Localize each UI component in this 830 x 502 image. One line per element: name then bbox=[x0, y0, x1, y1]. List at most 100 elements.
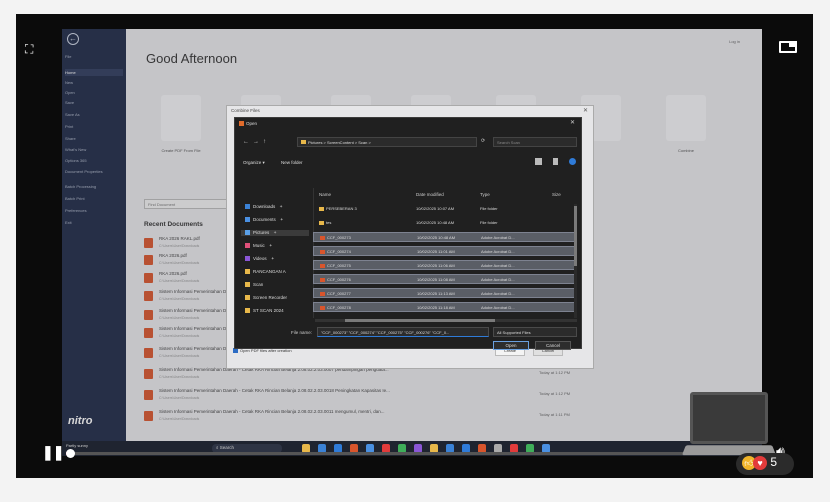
pdf-file-icon bbox=[320, 235, 325, 240]
progress-handle[interactable] bbox=[66, 449, 75, 458]
close-icon[interactable]: ✕ bbox=[583, 107, 588, 114]
new-folder-button[interactable]: New folder bbox=[281, 160, 303, 165]
file-date: 10/02/2025 10:48 AM bbox=[416, 220, 455, 225]
expand-icon[interactable]: ⛶ bbox=[25, 42, 33, 57]
file-date: 10/02/2025 11:01 AM bbox=[417, 249, 455, 254]
picture-in-picture-icon[interactable] bbox=[779, 41, 797, 53]
file-type: Adobe Acrobat D... bbox=[481, 277, 515, 282]
navigation-buttons[interactable]: ←→↑ bbox=[243, 139, 270, 145]
vertical-scrollbar[interactable] bbox=[574, 204, 577, 318]
file-row[interactable]: CCF_000273 10/02/2025 10:48 AM Adobe Acrob… bbox=[313, 232, 577, 242]
open-file-dialog: Open ✕ ←→↑ Pictures > ScreenContent > Sc… bbox=[234, 117, 582, 350]
pdf-file-icon bbox=[320, 291, 325, 296]
app-icon bbox=[239, 121, 244, 127]
help-icon[interactable] bbox=[569, 158, 576, 165]
nav-pane-item[interactable]: RANCANGAN A bbox=[245, 269, 286, 275]
file-name: CCF_000274 bbox=[320, 249, 351, 254]
file-date: 10/02/2025 11:13 AM bbox=[417, 291, 455, 296]
folder-icon bbox=[245, 256, 250, 262]
folder-icon bbox=[245, 295, 250, 301]
file-name-input[interactable]: "CCF_000273" "CCF_000274" "CCF_000275" "… bbox=[317, 327, 489, 337]
combine-dialog-title: Combine Files bbox=[231, 108, 260, 113]
file-row[interactable]: CCF_000278 10/02/2025 11:18 AM Adobe Acrob… bbox=[313, 302, 577, 312]
file-type: Adobe Acrobat D... bbox=[481, 235, 515, 240]
file-type: Adobe Acrobat D... bbox=[481, 249, 515, 254]
folder-icon bbox=[245, 230, 250, 236]
laptop-overlay bbox=[681, 392, 777, 462]
file-name: tes bbox=[319, 220, 331, 225]
nav-pane-item[interactable]: ST SCAN 2024 bbox=[245, 308, 284, 314]
organize-button[interactable]: Organize ▾ bbox=[243, 160, 265, 166]
file-date: 10/02/2025 10:48 AM bbox=[417, 235, 456, 240]
nav-pane-item[interactable]: Screen Recorder bbox=[245, 295, 287, 301]
folder-icon bbox=[245, 217, 250, 223]
open-dialog-title: Open bbox=[239, 121, 257, 127]
column-type[interactable]: Type bbox=[480, 192, 490, 197]
pause-icon[interactable]: ❚❚ bbox=[42, 444, 64, 461]
file-date: 10/02/2025 10:07 AM bbox=[416, 206, 455, 211]
file-name: CCF_000277 bbox=[320, 291, 351, 296]
refresh-icon[interactable]: ⟳ bbox=[481, 138, 485, 144]
file-type: File folder bbox=[480, 220, 498, 225]
pin-icon: ✦ bbox=[268, 243, 273, 248]
reaction-count: 5 bbox=[770, 455, 778, 469]
column-name[interactable]: Name bbox=[319, 192, 331, 197]
file-row[interactable]: CCF_000276 10/02/2025 11:08 AM Adobe Acrob… bbox=[313, 274, 577, 284]
nav-pane-item[interactable]: Pictures ✦ bbox=[241, 230, 309, 236]
file-row[interactable]: CCF_000274 10/02/2025 11:01 AM Adobe Acrob… bbox=[313, 246, 577, 256]
file-name: PERSEBERAN 3 bbox=[319, 206, 357, 211]
nav-pane-item[interactable]: Music ✦ bbox=[245, 243, 273, 249]
file-row[interactable]: CCF_000277 10/02/2025 11:13 AM Adobe Acrob… bbox=[313, 288, 577, 298]
search-input[interactable]: Search Scan bbox=[493, 137, 577, 147]
file-date: 10/02/2025 11:08 AM bbox=[417, 277, 455, 282]
file-name: CCF_000278 bbox=[320, 305, 351, 310]
file-type: File folder bbox=[480, 206, 498, 211]
address-bar[interactable]: Pictures > ScreenContent > Scan > bbox=[297, 137, 477, 147]
folder-icon bbox=[245, 243, 250, 249]
video-player[interactable]: ← File Home New Open Save Save As Print Share Wh… bbox=[16, 14, 813, 478]
reactions-badge[interactable]: 👍︎ ♥ 5 bbox=[736, 453, 794, 475]
folder-icon bbox=[245, 308, 250, 314]
column-size[interactable]: Size bbox=[552, 192, 561, 197]
close-icon[interactable]: ✕ bbox=[570, 119, 575, 126]
file-name: CCF_000276 bbox=[320, 277, 351, 282]
file-date: 10/02/2025 11:18 AM bbox=[417, 305, 455, 310]
video-frame: ← File Home New Open Save Save As Print Share Wh… bbox=[0, 0, 830, 502]
file-type-select[interactable]: All Supported Files bbox=[493, 327, 577, 337]
cancel-button[interactable]: Cancel bbox=[535, 341, 571, 350]
heart-icon: ♥ bbox=[753, 455, 767, 470]
nav-pane-item[interactable]: Videos ✦ bbox=[245, 256, 274, 262]
nav-pane-item[interactable]: Scan bbox=[245, 282, 263, 288]
pin-icon: ✦ bbox=[279, 204, 284, 209]
weather-widget[interactable]: Partly sunny bbox=[66, 443, 88, 448]
column-date[interactable]: Date modified bbox=[416, 192, 444, 197]
horizontal-scrollbar[interactable] bbox=[315, 319, 577, 322]
laptop-screen bbox=[690, 392, 768, 444]
folder-icon bbox=[245, 269, 250, 275]
pdf-file-icon bbox=[320, 263, 325, 268]
file-name: CCF_000275 bbox=[320, 263, 351, 268]
folder-icon bbox=[319, 220, 324, 225]
file-name: CCF_000273 bbox=[320, 235, 351, 240]
pin-icon: ✦ bbox=[270, 256, 275, 261]
preview-pane-icon[interactable] bbox=[553, 158, 558, 165]
file-row[interactable]: PERSEBERAN 3 10/02/2025 10:07 AM File fold… bbox=[313, 204, 577, 214]
file-type: Adobe Acrobat D... bbox=[481, 305, 515, 310]
file-name-label: File name: bbox=[291, 330, 313, 335]
open-button[interactable]: Open bbox=[493, 341, 529, 350]
progress-bar[interactable] bbox=[66, 449, 756, 458]
recorded-screen: ← File Home New Open Save Save As Print Share Wh… bbox=[62, 29, 762, 456]
pdf-file-icon bbox=[320, 305, 325, 310]
pdf-file-icon bbox=[320, 277, 325, 282]
file-row[interactable]: CCF_000275 10/02/2025 11:06 AM Adobe Acrob… bbox=[313, 260, 577, 270]
file-row[interactable]: tes 10/02/2025 10:48 AM File folder bbox=[313, 218, 577, 228]
view-options-icon[interactable] bbox=[535, 158, 542, 165]
nav-pane-item[interactable]: Documents ✦ bbox=[245, 217, 284, 223]
folder-icon bbox=[301, 140, 306, 144]
folder-icon bbox=[245, 204, 250, 210]
folder-icon bbox=[245, 282, 250, 288]
folder-icon bbox=[319, 206, 324, 211]
nav-pane-item[interactable]: Downloads ✦ bbox=[245, 204, 283, 210]
file-date: 10/02/2025 11:06 AM bbox=[417, 263, 455, 268]
pin-icon: ✦ bbox=[273, 230, 278, 235]
